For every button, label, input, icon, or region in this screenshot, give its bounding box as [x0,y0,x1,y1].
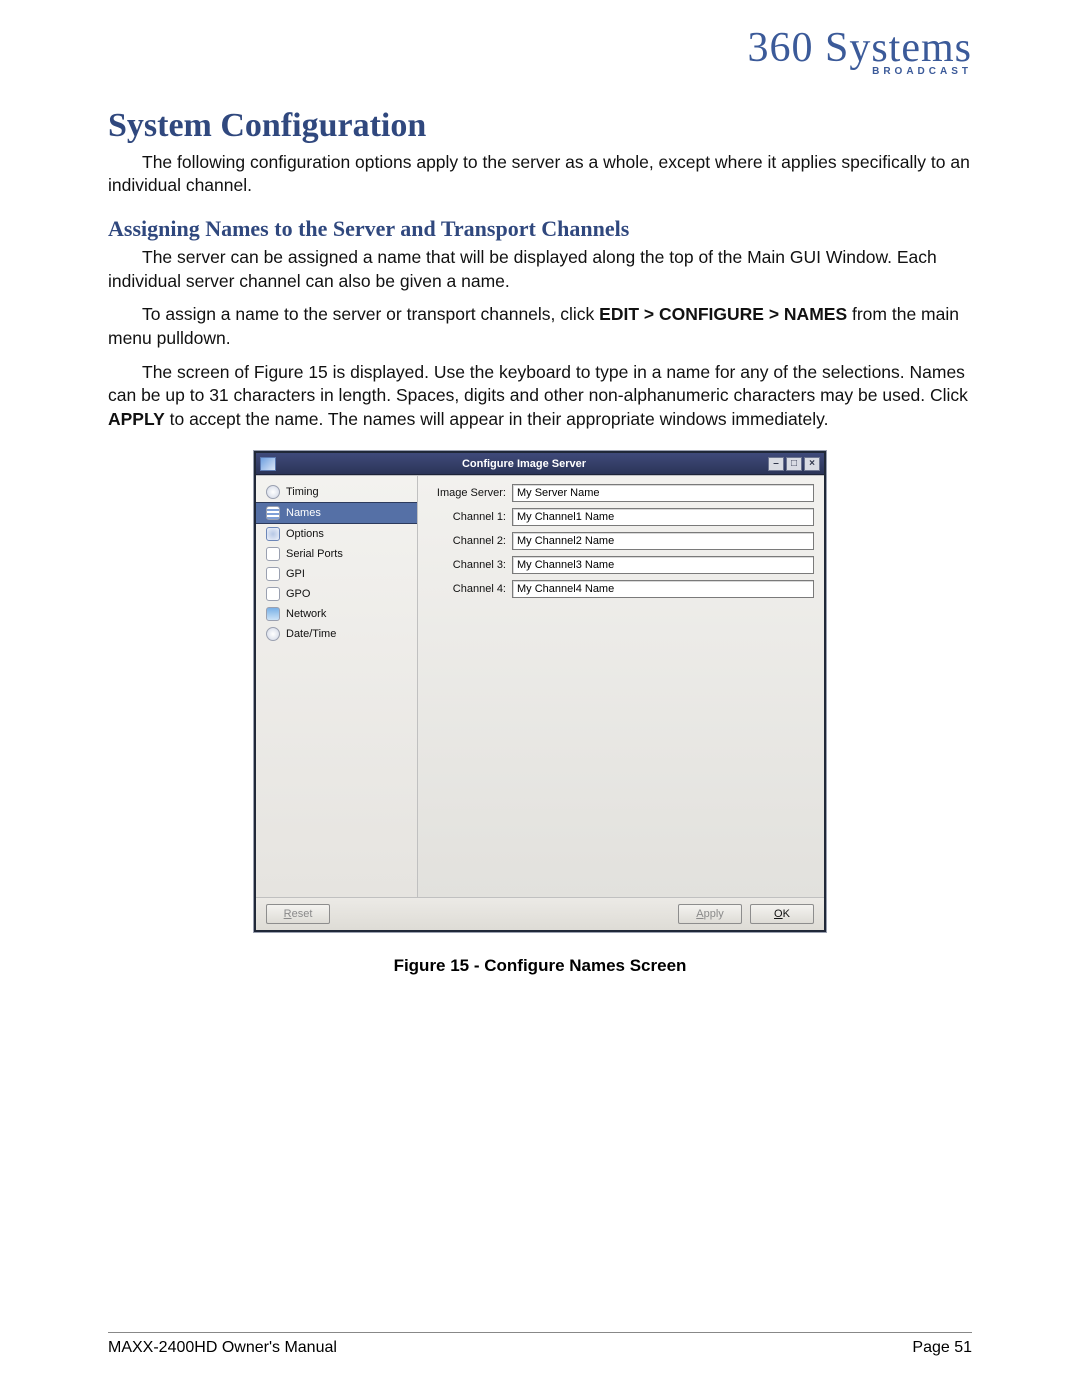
sidebar-label: GPI [286,568,305,580]
field-row-channel2: Channel 2: [428,532,814,550]
intro-paragraph: The following configuration options appl… [108,151,972,198]
sidebar-item-serial-ports[interactable]: Serial Ports [256,544,417,564]
minimize-button[interactable]: – [768,457,784,471]
ok-button[interactable]: OK [750,904,814,924]
sidebar-label: Timing [286,486,319,498]
network-icon [266,607,280,621]
maximize-button[interactable]: □ [786,457,802,471]
field-row-channel4: Channel 4: [428,580,814,598]
sidebar-item-timing[interactable]: Timing [256,482,417,502]
sidebar-item-names[interactable]: Names [256,502,417,524]
section-p2: The server can be assigned a name that w… [108,246,972,293]
brand-logo: 360 Systems BROADCAST [108,30,972,83]
field-row-channel1: Channel 1: [428,508,814,526]
port-icon [266,547,280,561]
system-menu-icon[interactable] [260,457,276,471]
field-label: Image Server: [428,487,506,499]
dialog-titlebar: Configure Image Server – □ × [256,453,824,475]
p3-a: To assign a name to the server or transp… [142,304,599,324]
sidebar-label: Serial Ports [286,548,343,560]
field-row-channel3: Channel 3: [428,556,814,574]
footer-right: Page 51 [912,1339,972,1357]
footer-left: MAXX-2400HD Owner's Manual [108,1339,337,1357]
image-server-name-input[interactable] [512,484,814,502]
section-heading-names: Assigning Names to the Server and Transp… [108,216,972,242]
gear-icon [266,527,280,541]
page-title: System Configuration [108,107,972,145]
p4-bold: APPLY [108,409,165,429]
port-icon [266,567,280,581]
sidebar-label: GPO [286,588,310,600]
ok-mnemonic: O [774,908,783,920]
sidebar-label: Date/Time [286,628,336,640]
reset-mnemonic: R [284,908,292,920]
dialog-main-panel: Image Server: Channel 1: Channel 2: Chan… [418,476,824,897]
channel2-name-input[interactable] [512,532,814,550]
dialog-sidebar: Timing Names Options Serial Ports GPI GP… [256,476,418,897]
apply-mnemonic: A [696,908,703,920]
ok-rest: K [783,908,790,920]
sidebar-label: Network [286,608,326,620]
sidebar-item-options[interactable]: Options [256,524,417,544]
clock-icon [266,485,280,499]
list-icon [266,506,280,520]
channel4-name-input[interactable] [512,580,814,598]
sidebar-item-network[interactable]: Network [256,604,417,624]
channel3-name-input[interactable] [512,556,814,574]
close-button[interactable]: × [804,457,820,471]
p4-a: The screen of Figure 15 is displayed. Us… [108,362,968,406]
field-row-image-server: Image Server: [428,484,814,502]
dialog-body: Timing Names Options Serial Ports GPI GP… [256,475,824,897]
apply-rest: pply [704,908,724,920]
p4-c: to accept the name. The names will appea… [165,409,829,429]
dialog-footer: Reset Apply OK [256,897,824,930]
configure-names-dialog: Configure Image Server – □ × Timing Name… [254,451,826,932]
sidebar-label: Options [286,528,324,540]
logo-script: 360 Systems [747,30,972,68]
sidebar-item-gpi[interactable]: GPI [256,564,417,584]
reset-button[interactable]: Reset [266,904,330,924]
page-footer: MAXX-2400HD Owner's Manual Page 51 [108,1332,972,1357]
field-label: Channel 4: [428,583,506,595]
field-label: Channel 1: [428,511,506,523]
field-label: Channel 3: [428,559,506,571]
sidebar-item-gpo[interactable]: GPO [256,584,417,604]
calendar-icon [266,627,280,641]
figure-caption: Figure 15 - Configure Names Screen [108,956,972,976]
section-p3: To assign a name to the server or transp… [108,303,972,350]
port-icon [266,587,280,601]
field-label: Channel 2: [428,535,506,547]
sidebar-label: Names [286,507,321,519]
reset-rest: eset [292,908,313,920]
p3-bold: EDIT > CONFIGURE > NAMES [599,304,847,324]
dialog-title: Configure Image Server [280,458,768,470]
section-p4: The screen of Figure 15 is displayed. Us… [108,361,972,432]
apply-button[interactable]: Apply [678,904,742,924]
sidebar-item-datetime[interactable]: Date/Time [256,624,417,644]
channel1-name-input[interactable] [512,508,814,526]
